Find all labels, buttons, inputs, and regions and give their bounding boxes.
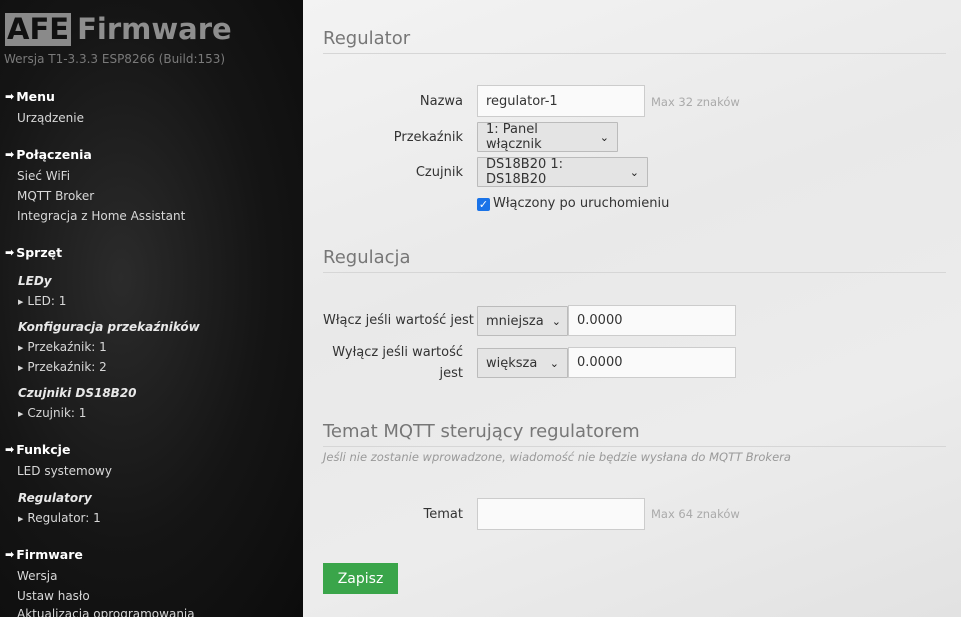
name-label: Nazwa	[419, 94, 463, 109]
sidebar-item-sensor-1[interactable]: ▶ Czujnik: 1	[18, 406, 86, 420]
sidebar-link-mqtt-broker[interactable]: MQTT Broker	[17, 189, 94, 203]
main-content: Regulator Nazwa Max 32 znaków Przekaźnik…	[303, 0, 961, 617]
sidebar-subheader-leds: LEDy	[18, 274, 52, 288]
sidebar-item-label: Przekaźnik: 1	[27, 340, 107, 354]
logo: AFE Firmware	[5, 12, 232, 46]
sidebar-subheader-sensors: Czujniki DS18B20	[18, 386, 137, 400]
topic-input[interactable]	[477, 498, 645, 530]
sidebar-link-firmware-update[interactable]: Aktualizacja oprogramowania	[17, 607, 195, 617]
logo-text: Firmware	[77, 11, 232, 46]
triangle-right-icon: ▶	[18, 344, 24, 352]
section-divider	[323, 53, 946, 54]
functions-section-header: ➡ Funkcje	[5, 442, 70, 457]
logo-box: AFE	[5, 11, 72, 46]
functions-section-title: Funkcje	[16, 442, 71, 457]
sidebar-link-system-led[interactable]: LED systemowy	[17, 464, 112, 478]
name-hint: Max 32 znaków	[651, 95, 740, 109]
sidebar-item-led-1[interactable]: ▶ LED: 1	[18, 294, 66, 308]
section-title-mqtt: Temat MQTT sterujący regulatorem	[323, 421, 640, 442]
arrow-right-icon: ➡	[5, 246, 15, 259]
mqtt-note: Jeśli nie zostanie wprowadzone, wiadomoś…	[323, 450, 791, 464]
name-input[interactable]	[477, 85, 645, 117]
turn-off-label-line2: jest	[439, 366, 463, 381]
save-button[interactable]: Zapisz	[323, 563, 398, 594]
chevron-down-icon: ⌄	[549, 356, 559, 370]
relay-select-value: 1: Panel włącznik	[486, 122, 542, 152]
topic-hint: Max 64 znaków	[651, 507, 740, 521]
hardware-section-title: Sprzęt	[16, 245, 63, 260]
sidebar-link-home-assistant[interactable]: Integracja z Home Assistant	[17, 209, 185, 223]
triangle-right-icon: ▶	[18, 410, 24, 418]
sidebar: AFE Firmware Wersja T1-3.3.3 ESP8266 (Bu…	[0, 0, 303, 617]
turn-on-label: Włącz jeśli wartość jest	[323, 313, 474, 328]
menu-section-title: Menu	[16, 89, 55, 104]
sidebar-link-set-password[interactable]: Ustaw hasło	[17, 589, 90, 603]
firmware-version: Wersja T1-3.3.3 ESP8266 (Build:153)	[4, 52, 226, 66]
sidebar-item-label: LED: 1	[27, 294, 67, 308]
connections-section-header: ➡ Połączenia	[5, 147, 92, 162]
section-title-regulator: Regulator	[323, 28, 411, 49]
sidebar-item-label: Przekaźnik: 2	[27, 360, 107, 374]
chevron-down-icon: ⌄	[551, 314, 561, 328]
menu-section-header: ➡ Menu	[5, 89, 55, 104]
sensor-select[interactable]: DS18B20 1: DS18B20 ⌄	[477, 157, 648, 187]
sidebar-item-relay-2[interactable]: ▶ Przekaźnik: 2	[18, 360, 107, 374]
turn-on-value-input[interactable]	[568, 305, 736, 336]
turn-off-condition-select[interactable]: większa ⌄	[477, 348, 568, 378]
arrow-right-icon: ➡	[5, 443, 15, 456]
hardware-section-header: ➡ Sprzęt	[5, 245, 62, 260]
sidebar-item-label: Regulator: 1	[27, 511, 101, 525]
turn-off-condition-value: większa	[486, 355, 538, 371]
sidebar-subheader-relays: Konfiguracja przekaźników	[18, 320, 200, 334]
sidebar-item-label: Czujnik: 1	[27, 406, 87, 420]
relay-label: Przekaźnik	[393, 130, 463, 145]
turn-off-value-input[interactable]	[568, 347, 736, 378]
triangle-right-icon: ▶	[18, 298, 24, 306]
topic-label: Temat	[423, 507, 463, 522]
sensor-select-value: DS18B20 1: DS18B20	[486, 157, 564, 187]
sidebar-link-version[interactable]: Wersja	[17, 569, 57, 583]
chevron-down-icon: ⌄	[629, 165, 639, 179]
connections-section-title: Połączenia	[16, 147, 92, 162]
sidebar-item-relay-1[interactable]: ▶ Przekaźnik: 1	[18, 340, 107, 354]
section-title-regulation: Regulacja	[323, 247, 411, 268]
turn-on-condition-value: mniejsza	[486, 313, 544, 329]
sensor-label: Czujnik	[415, 165, 463, 180]
sidebar-link-wifi[interactable]: Sieć WiFi	[17, 169, 70, 183]
enabled-checkbox[interactable]: ✓	[477, 198, 490, 211]
firmware-section-header: ➡ Firmware	[5, 547, 83, 562]
arrow-right-icon: ➡	[5, 548, 15, 561]
turn-off-label-line1: Wyłącz jeśli wartość	[332, 345, 463, 360]
firmware-section-title: Firmware	[16, 547, 83, 562]
arrow-right-icon: ➡	[5, 148, 15, 161]
chevron-down-icon: ⌄	[599, 130, 609, 144]
sidebar-subheader-regulators: Regulatory	[18, 491, 92, 505]
enabled-checkbox-label: Włączony po uruchomieniu	[493, 196, 670, 211]
turn-on-condition-select[interactable]: mniejsza ⌄	[477, 306, 568, 336]
sidebar-item-regulator-1[interactable]: ▶ Regulator: 1	[18, 511, 101, 525]
relay-select[interactable]: 1: Panel włącznik ⌄	[477, 122, 618, 152]
section-divider	[323, 272, 946, 273]
triangle-right-icon: ▶	[18, 515, 24, 523]
section-divider	[323, 446, 946, 447]
arrow-right-icon: ➡	[5, 90, 15, 103]
triangle-right-icon: ▶	[18, 364, 24, 372]
sidebar-link-device[interactable]: Urządzenie	[17, 111, 84, 125]
